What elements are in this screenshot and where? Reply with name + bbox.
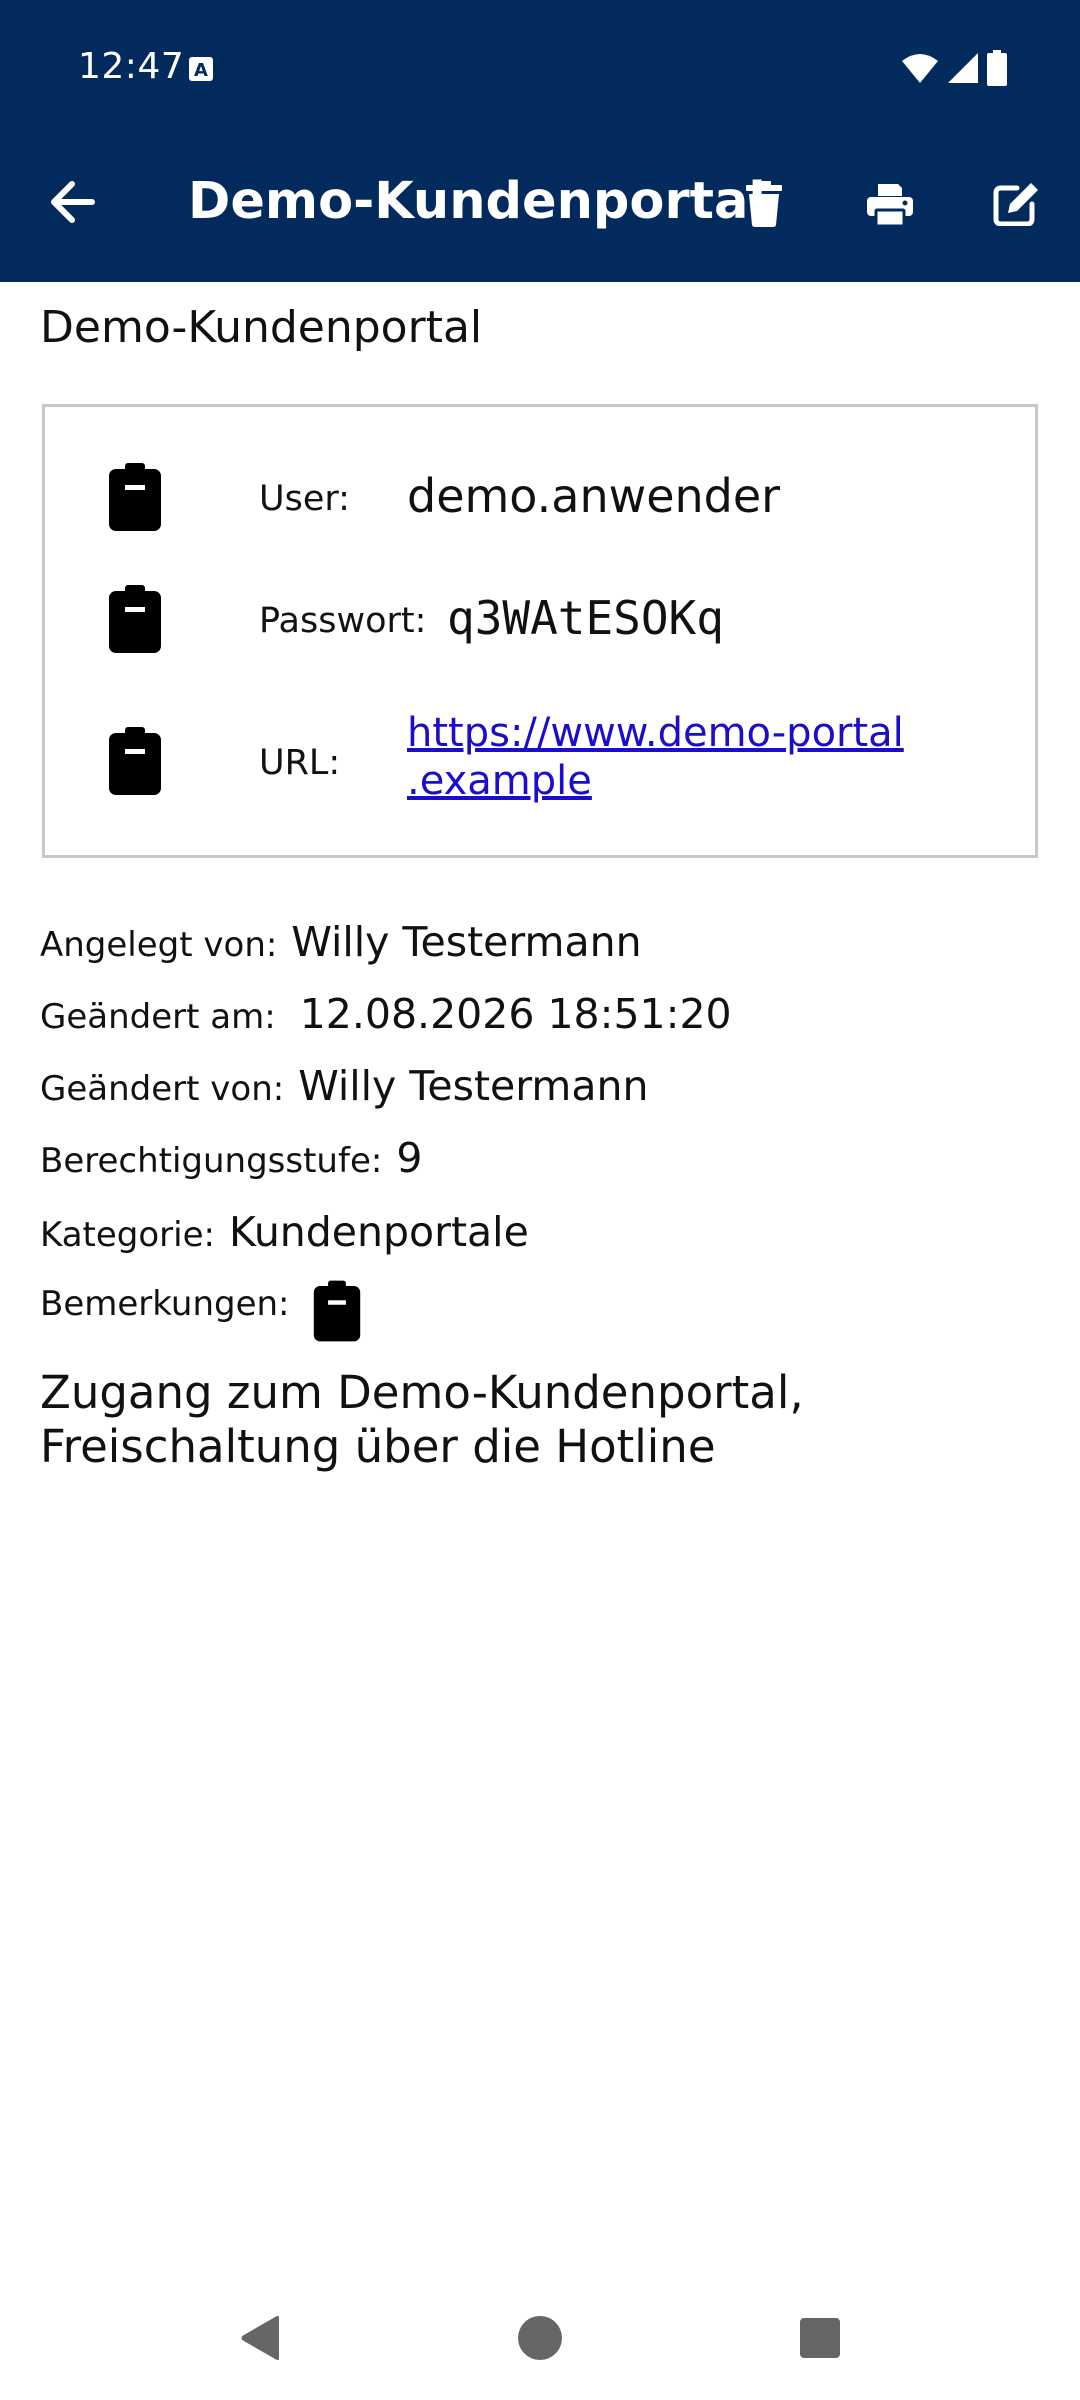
nav-recents-button[interactable]: [780, 2298, 860, 2378]
entry-heading: Demo-Kundenportal: [40, 302, 483, 353]
changed-by-value: Willy Testermann: [298, 1062, 649, 1110]
password-value: q3WAtESOKq: [447, 591, 724, 645]
password-row: Passwort: q3WAtESOKq: [45, 579, 1035, 659]
permission-label: Berechtigungsstufe:: [40, 1141, 383, 1181]
edit-button[interactable]: [980, 168, 1052, 240]
user-value: demo.anwender: [407, 469, 781, 523]
url-link-line-2[interactable]: .example: [407, 757, 967, 805]
toolbar-title: Demo-Kundenportal: [188, 172, 766, 231]
changed-at-value: 12.08.2026 18:51:20: [299, 990, 732, 1038]
changed-at-label: Geändert am:: [40, 997, 276, 1037]
category-value: Kundenportale: [228, 1208, 529, 1256]
permission-row: Berechtigungsstufe: 9: [40, 1134, 422, 1182]
status-icons: [900, 50, 1008, 86]
changed-by-label: Geändert von:: [40, 1069, 285, 1109]
copy-password-clipboard-icon[interactable]: [107, 585, 163, 653]
delete-button[interactable]: [728, 168, 800, 240]
category-row: Kategorie: Kundenportale: [40, 1208, 529, 1256]
url-label: URL:: [259, 743, 341, 783]
user-label: User:: [259, 479, 350, 519]
created-by-row: Angelegt von: Willy Testermann: [40, 918, 642, 966]
user-row: User: demo.anwender: [45, 457, 1035, 537]
svg-text:A: A: [194, 60, 208, 81]
a-notification-icon: A: [189, 57, 213, 81]
changed-at-row: Geändert am: 12.08.2026 18:51:20: [40, 990, 732, 1038]
back-arrow-icon: [51, 181, 95, 223]
system-nav-bar: [0, 2270, 1080, 2400]
permission-value: 9: [396, 1134, 423, 1182]
back-triangle-icon: [241, 2316, 279, 2360]
copy-url-clipboard-icon[interactable]: [107, 727, 163, 795]
recents-square-icon: [800, 2318, 840, 2358]
url-link[interactable]: https://www.demo-portal .example: [407, 709, 967, 805]
credentials-box: User: demo.anwender Passwort: q3WAtESOKq…: [42, 404, 1038, 858]
home-circle-icon: [518, 2316, 562, 2360]
url-row: URL: https://www.demo-portal .example: [45, 707, 1035, 817]
toolbar: Demo-Kundenportal: [0, 140, 1080, 282]
back-button[interactable]: [40, 170, 104, 234]
changed-by-row: Geändert von: Willy Testermann: [40, 1062, 648, 1110]
remarks-label: Bemerkungen:: [40, 1284, 290, 1324]
remarks-row: Bemerkungen:: [40, 1280, 361, 1350]
url-link-line-1[interactable]: https://www.demo-portal: [407, 709, 967, 757]
app-bar: 12:47 A Demo-Kundenportal: [0, 0, 1080, 282]
remarks-text: Zugang zum Demo-Kundenportal, Freischalt…: [40, 1366, 804, 1473]
copy-user-clipboard-icon[interactable]: [107, 463, 163, 531]
trash-icon: [746, 181, 782, 227]
category-label: Kategorie:: [40, 1215, 215, 1255]
created-by-label: Angelegt von:: [40, 925, 278, 965]
copy-remarks-clipboard-icon[interactable]: [312, 1280, 362, 1342]
print-button[interactable]: [854, 168, 926, 240]
password-label: Passwort:: [259, 601, 427, 641]
battery-icon: [987, 50, 1007, 86]
nav-home-button[interactable]: [500, 2298, 580, 2378]
nav-back-button[interactable]: [220, 2298, 300, 2378]
edit-icon: [993, 183, 1038, 226]
wifi-icon: [902, 54, 938, 83]
created-by-value: Willy Testermann: [291, 918, 642, 966]
signal-icon: [948, 53, 978, 83]
print-icon: [867, 184, 913, 226]
status-time: 12:47: [78, 46, 185, 87]
